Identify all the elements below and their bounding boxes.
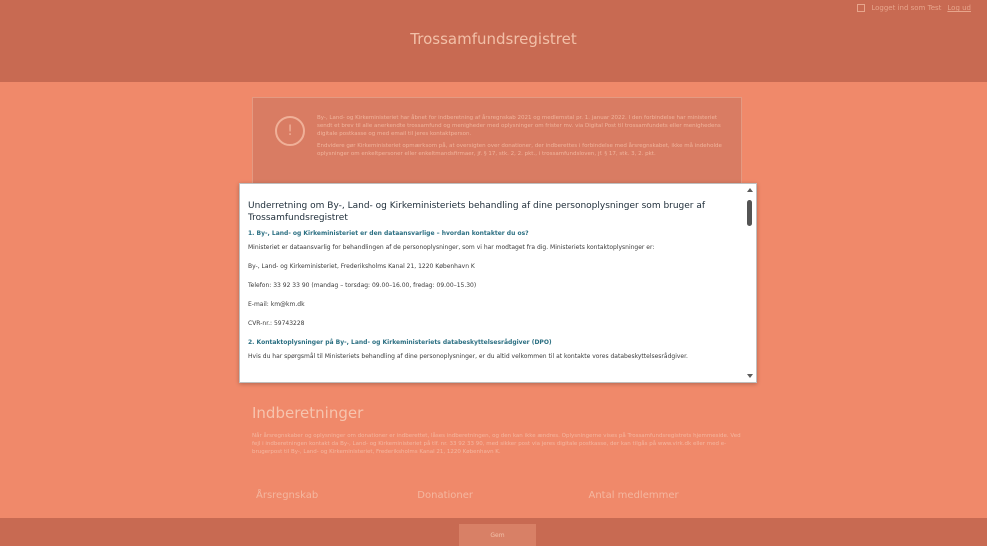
section-1-heading: 1. By-, Land- og Kirkeministeriet er den…	[248, 230, 529, 237]
phone-text: Telefon: 33 92 33 90 (mandag – torsdag: …	[248, 282, 477, 289]
page-footer: Gem	[0, 518, 987, 546]
privacy-modal[interactable]: Underretning om By-, Land- og Kirkeminis…	[239, 183, 757, 383]
modal-scrollbar[interactable]	[746, 188, 754, 378]
email-text: E-mail: km@km.dk	[248, 301, 305, 308]
section-heading: Indberetninger	[252, 404, 364, 422]
save-button[interactable]: Gem	[459, 524, 536, 546]
alert-paragraph-2: Endvidere gør Kirkeministeriet opmærksom…	[317, 143, 722, 157]
column-members[interactable]: Antal medlemmer	[578, 490, 742, 501]
column-donations[interactable]: Donationer	[415, 490, 578, 501]
page-header: Logget ind som Test Log ud Trossamfundsr…	[0, 0, 987, 82]
report-columns: Årsregnskab Donationer Antal medlemmer	[252, 490, 742, 501]
scroll-down-icon[interactable]	[747, 374, 753, 378]
logout-link[interactable]: Log ud	[947, 4, 971, 12]
modal-content: Underretning om By-, Land- og Kirkeminis…	[248, 200, 736, 372]
login-status: Logget ind som Test Log ud	[857, 4, 971, 12]
scroll-thumb[interactable]	[747, 200, 752, 226]
modal-title: Underretning om By-, Land- og Kirkeminis…	[248, 201, 706, 223]
info-alert: ! By-, Land- og Kirkeministeriet har åbn…	[252, 97, 742, 187]
column-annual-accounts[interactable]: Årsregnskab	[252, 490, 415, 501]
page-title: Trossamfundsregistret	[410, 30, 577, 48]
address-text: By-, Land- og Kirkeministeriet, Frederik…	[248, 263, 475, 270]
user-icon	[857, 4, 866, 12]
alert-text: By-, Land- og Kirkeministeriet har åbnet…	[317, 114, 729, 162]
section-1-intro: Ministeriet er dataansvarlig for behandl…	[248, 244, 655, 251]
login-text: Logget ind som Test	[871, 4, 942, 12]
section-2-text: Hvis du har spørgsmål til Ministeriets b…	[248, 353, 688, 360]
scroll-up-icon[interactable]	[747, 188, 753, 192]
reports-section: Indberetninger Når årsregnskaber og oply…	[252, 404, 742, 456]
alert-paragraph-1: By-, Land- og Kirkeministeriet har åbnet…	[317, 115, 721, 137]
section-description: Når årsregnskaber og oplysninger om dona…	[252, 433, 741, 455]
exclamation-icon: !	[275, 116, 305, 146]
cvr-text: CVR-nr.: 59743228	[248, 320, 305, 327]
section-2-heading: 2. Kontaktoplysninger på By-, Land- og K…	[248, 339, 552, 346]
